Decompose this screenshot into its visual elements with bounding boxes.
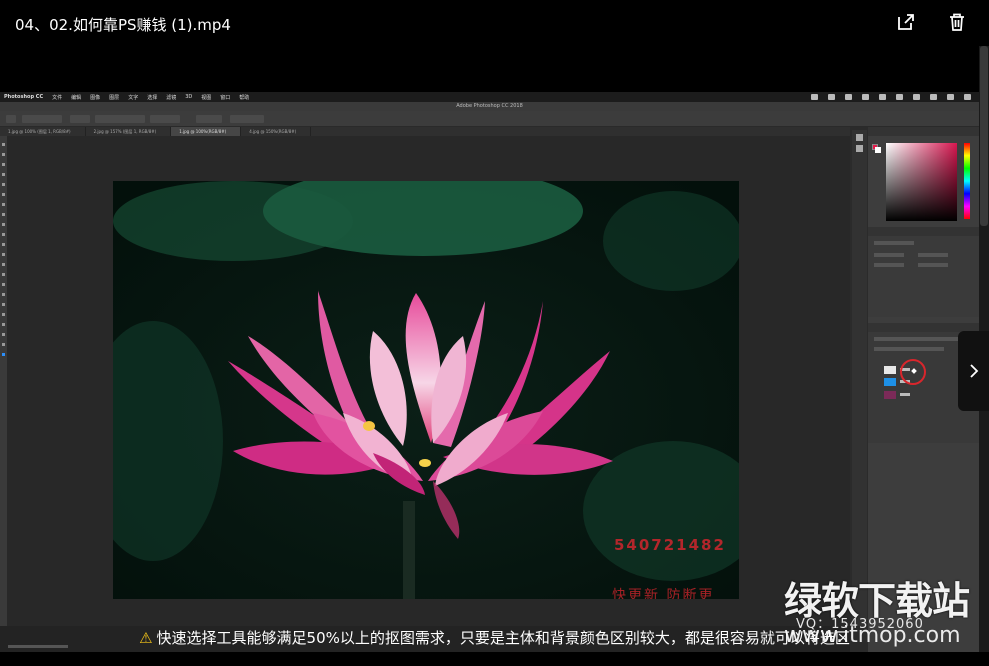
ps-window-title: Adobe Photoshop CC 2018 [0, 102, 979, 111]
property-row [874, 253, 904, 257]
adjustment-panel-icon [856, 145, 863, 152]
quick-select-tool-icon [2, 173, 5, 176]
background-swatch [875, 147, 881, 153]
sample-all-layers [95, 115, 145, 123]
type-tool-icon [2, 293, 5, 296]
next-button[interactable] [958, 331, 989, 411]
tool-preset [6, 115, 16, 123]
menu-edit: 编辑 [71, 94, 82, 101]
marquee-tool-icon [2, 153, 5, 156]
shape-tool-icon [2, 313, 5, 316]
blur-tool-icon [2, 263, 5, 266]
trash-icon [950, 13, 964, 31]
viewer-top-bar: 04、02.如何靠PS赚钱 (1).mp4 [0, 0, 989, 46]
history-panel-icon [856, 134, 863, 141]
property-row [918, 253, 948, 257]
status-icon [896, 94, 903, 100]
gradient-tool-icon [2, 253, 5, 256]
lasso-tool-icon [2, 163, 5, 166]
brush-options [22, 115, 62, 123]
hand-tool-icon [2, 323, 5, 326]
select-subject [196, 115, 222, 123]
document-tab: 1.jpg @ 100% (图层 1, RGB/8#) [0, 127, 86, 136]
brush-tool-icon [2, 213, 5, 216]
layer-thumbnail [884, 378, 896, 386]
color-panel-header [868, 127, 979, 136]
status-icon [828, 94, 835, 100]
share-out-icon [898, 14, 914, 30]
healing-tool-icon [2, 203, 5, 206]
eraser-tool-icon [2, 243, 5, 246]
path-select-icon [2, 303, 5, 306]
lotus-photo: 540721482 快更新 防断更 [113, 181, 739, 599]
history-brush-icon [2, 233, 5, 236]
status-icons [811, 94, 971, 100]
layer-thumbnail [884, 366, 896, 374]
panel-icons-column [852, 130, 867, 626]
auto-enhance [150, 115, 180, 123]
warning-icon: ⚠ [139, 629, 153, 647]
menu-image: 图像 [90, 94, 101, 101]
menu-3d: 3D [185, 94, 193, 100]
property-row [874, 241, 914, 245]
status-icon [811, 94, 818, 100]
status-icon [862, 94, 869, 100]
stamp-tool-icon [2, 223, 5, 226]
color-picker-field [886, 143, 957, 221]
hue-slider [964, 143, 970, 219]
subtitle: ⚠ 快速选择工具能够满足50%以上的抠图需求，只要是主体和背景颜色区别较大，都是很… [0, 627, 989, 653]
layer-filter-row [874, 337, 964, 341]
mac-menu-bar: Photoshop CC 文件 编辑 图像 图层 文字 选择 滤镜 3D 视图 … [0, 92, 979, 102]
scrollbar-thumb[interactable] [980, 46, 988, 226]
menu-filter: 滤镜 [166, 94, 177, 101]
menu-view: 视图 [201, 94, 212, 101]
more-tools-icon [2, 343, 5, 346]
menu-select: 选择 [147, 94, 158, 101]
layer-name [900, 393, 910, 396]
move-tool-icon [2, 143, 5, 146]
crop-tool-icon [2, 183, 5, 186]
property-row [918, 263, 948, 267]
video-title: 04、02.如何靠PS赚钱 (1).mp4 [15, 16, 231, 34]
status-icon [913, 94, 920, 100]
menu-help: 帮助 [239, 94, 250, 101]
subtitle-text: 快速选择工具能够满足50%以上的抠图需求，只要是主体和背景颜色区别较大，都是很容… [156, 629, 850, 647]
layer-thumbnail [884, 391, 896, 399]
slogan-watermark: 快更新 防断更 [612, 588, 715, 599]
menu-layer: 图层 [109, 94, 120, 101]
status-icon [930, 94, 937, 100]
pen-tool-icon [2, 283, 5, 286]
options-bar [0, 111, 979, 127]
select-and-mask [230, 115, 264, 123]
menu-app: Photoshop CC [4, 94, 44, 100]
menu-file: 文件 [52, 94, 63, 101]
document-tab: 4.jpg @ 150%(RGB/8#) [241, 127, 312, 136]
status-icon [947, 94, 954, 100]
document-tabs: 1.jpg @ 100% (图层 1, RGB/8#) 2.jpg @ 157%… [0, 127, 850, 136]
blend-mode-row [874, 347, 944, 351]
property-row [874, 263, 904, 267]
delete-button[interactable] [945, 10, 969, 34]
zoom-tool-icon [2, 333, 5, 336]
document-tab-active: 1.jpg @ 100%(RGB/8#) [171, 127, 242, 136]
menu-window: 窗口 [220, 94, 231, 101]
video-frame[interactable]: Photoshop CC 文件 编辑 图像 图层 文字 选择 滤镜 3D 视图 … [0, 92, 979, 652]
eyedropper-tool-icon [2, 193, 5, 196]
layer-row [872, 390, 972, 400]
qq-watermark: 540721482 [614, 536, 726, 554]
share-button[interactable] [894, 10, 918, 34]
bottom-strip [0, 652, 989, 666]
properties-panel [868, 227, 979, 317]
properties-header [868, 227, 979, 236]
tools-panel [0, 136, 7, 636]
status-icon [879, 94, 886, 100]
brush-size [70, 115, 90, 123]
document-tab: 2.jpg @ 157% (图层 1, RGB/8#) [86, 127, 172, 136]
menu-type: 文字 [128, 94, 139, 101]
foreground-color-icon [2, 353, 5, 356]
dodge-tool-icon [2, 273, 5, 276]
chevron-right-icon [969, 364, 978, 378]
status-icon [845, 94, 852, 100]
status-icon [964, 94, 971, 100]
